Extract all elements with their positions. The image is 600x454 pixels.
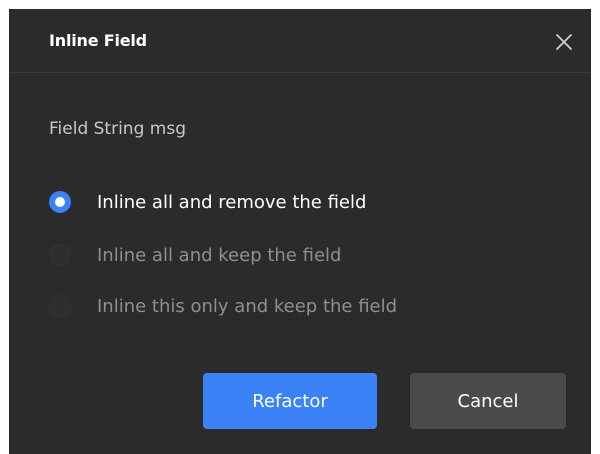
- inline-field-dialog: Inline Field Field String msg Inline all…: [9, 9, 591, 454]
- dialog-title: Inline Field: [49, 31, 147, 50]
- option-label: Inline all and keep the field: [97, 244, 342, 266]
- option-inline-all-keep[interactable]: Inline all and keep the field: [49, 241, 341, 269]
- radio-button-checked[interactable]: [49, 191, 71, 213]
- option-label: Inline all and remove the field: [97, 191, 367, 213]
- close-button[interactable]: [555, 33, 573, 51]
- field-description: Field String msg: [49, 119, 186, 139]
- option-label: Inline this only and keep the field: [97, 295, 398, 317]
- dialog-header: Inline Field: [9, 9, 591, 73]
- refactor-button[interactable]: Refactor: [203, 373, 377, 429]
- radio-button-unchecked[interactable]: [49, 295, 71, 317]
- option-inline-this-keep[interactable]: Inline this only and keep the field: [49, 292, 397, 320]
- close-icon: [556, 34, 572, 50]
- cancel-button[interactable]: Cancel: [410, 373, 566, 429]
- option-inline-all-remove[interactable]: Inline all and remove the field: [49, 188, 366, 216]
- radio-button-unchecked[interactable]: [49, 244, 71, 266]
